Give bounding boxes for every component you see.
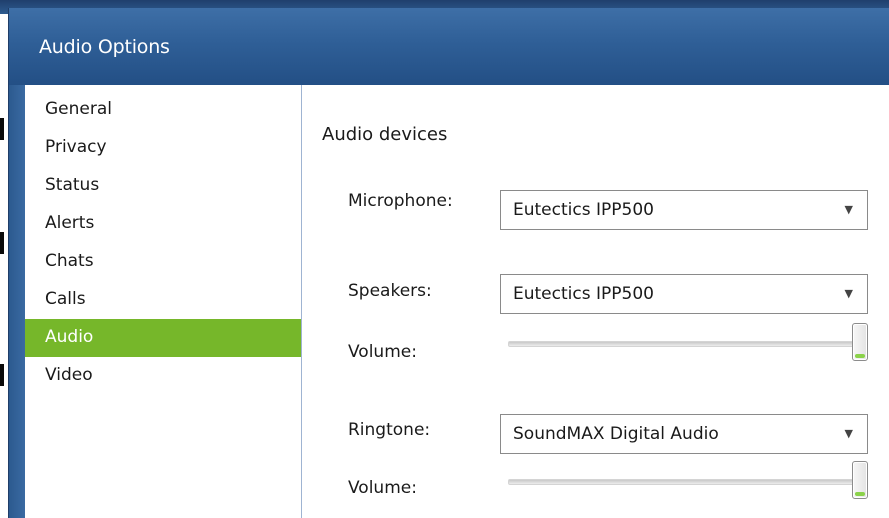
ringtone-select[interactable]: SoundMAX Digital Audio ▼ bbox=[500, 414, 868, 454]
sidebar-item-label: General bbox=[45, 99, 112, 119]
sidebar-item-label: Audio bbox=[45, 327, 94, 347]
slider-track bbox=[508, 479, 860, 485]
slider-thumb[interactable] bbox=[852, 323, 868, 361]
speakers-volume-label: Volume: bbox=[348, 342, 417, 362]
section-title: Audio devices bbox=[322, 124, 448, 145]
sidebar-item-chats[interactable]: Chats bbox=[25, 243, 301, 281]
ringtone-volume-slider[interactable] bbox=[500, 461, 868, 505]
chevron-down-icon: ▼ bbox=[844, 203, 853, 216]
audio-options-window: Audio Options General Privacy Status Ale… bbox=[8, 8, 889, 518]
sidebar-item-label: Alerts bbox=[45, 213, 95, 233]
background-edge-mark bbox=[0, 118, 4, 140]
speakers-volume-slider[interactable] bbox=[500, 323, 868, 367]
slider-thumb[interactable] bbox=[852, 461, 868, 499]
title-bar[interactable]: Audio Options bbox=[9, 8, 889, 85]
sidebar-item-label: Calls bbox=[45, 289, 86, 309]
speakers-select[interactable]: Eutectics IPP500 ▼ bbox=[500, 274, 868, 314]
sidebar-item-privacy[interactable]: Privacy bbox=[25, 129, 301, 167]
sidebar-item-alerts[interactable]: Alerts bbox=[25, 205, 301, 243]
chevron-down-icon: ▼ bbox=[844, 287, 853, 300]
sidebar-item-label: Status bbox=[45, 175, 100, 195]
sidebar-item-audio[interactable]: Audio bbox=[25, 319, 301, 357]
microphone-select[interactable]: Eutectics IPP500 ▼ bbox=[500, 190, 868, 230]
sidebar-item-label: Privacy bbox=[45, 137, 107, 157]
background-edge-mark bbox=[0, 364, 4, 386]
options-sidebar: General Privacy Status Alerts Chats Call… bbox=[25, 85, 302, 518]
microphone-label: Microphone: bbox=[348, 191, 453, 211]
background-edge-mark bbox=[0, 232, 4, 254]
audio-settings-panel: Audio devices Microphone: Eutectics IPP5… bbox=[302, 85, 889, 518]
sidebar-item-calls[interactable]: Calls bbox=[25, 281, 301, 319]
speakers-value: Eutectics IPP500 bbox=[513, 284, 654, 304]
microphone-value: Eutectics IPP500 bbox=[513, 200, 654, 220]
slider-track bbox=[508, 341, 860, 347]
sidebar-item-label: Video bbox=[45, 365, 93, 385]
speakers-label: Speakers: bbox=[348, 281, 432, 301]
ringtone-volume-label: Volume: bbox=[348, 478, 417, 498]
ringtone-value: SoundMAX Digital Audio bbox=[513, 424, 719, 444]
sidebar-item-status[interactable]: Status bbox=[25, 167, 301, 205]
window-title: Audio Options bbox=[39, 36, 170, 58]
window-frame-border bbox=[9, 85, 25, 518]
sidebar-item-general[interactable]: General bbox=[25, 91, 301, 129]
sidebar-item-label: Chats bbox=[45, 251, 94, 271]
ringtone-label: Ringtone: bbox=[348, 420, 431, 440]
chevron-down-icon: ▼ bbox=[844, 427, 853, 440]
sidebar-item-video[interactable]: Video bbox=[25, 357, 301, 395]
